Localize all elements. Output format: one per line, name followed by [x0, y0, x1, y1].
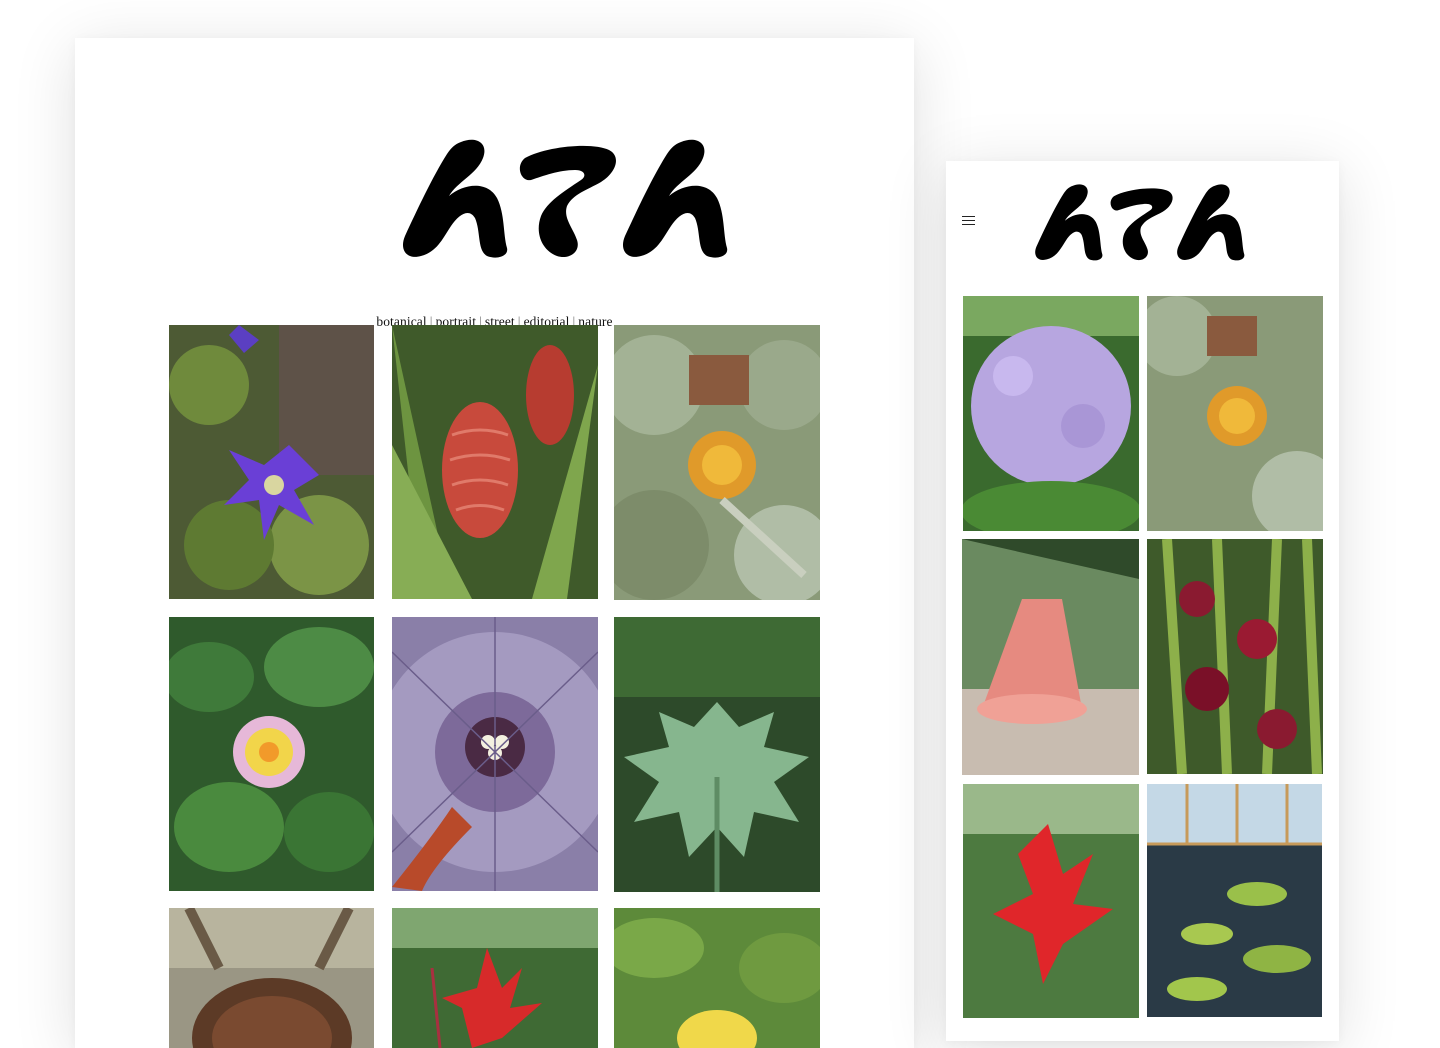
- site-logo-mobile[interactable]: [1031, 182, 1251, 262]
- photo-tile-yellow-flower[interactable]: [614, 908, 820, 1048]
- desktop-preview: hTh botanical|portrait|street|editorial|…: [75, 38, 914, 1048]
- mobile-photo-torch-ginger[interactable]: [1147, 539, 1323, 774]
- mobile-photo-angel-trumpet[interactable]: [962, 539, 1139, 775]
- photo-tile-lantana[interactable]: [169, 617, 374, 891]
- mobile-photo-protea[interactable]: [1147, 296, 1323, 531]
- photo-tile-protea[interactable]: [614, 325, 820, 600]
- photo-tile-purple-macro[interactable]: [392, 617, 598, 891]
- photo-tile-seed-pod[interactable]: [169, 908, 374, 1048]
- mobile-photo-greenhouse[interactable]: [1147, 784, 1322, 1017]
- photo-tile-big-leaf[interactable]: [614, 617, 820, 892]
- site-logo[interactable]: hTh: [397, 136, 737, 260]
- mobile-preview: [946, 161, 1339, 1041]
- hamburger-icon[interactable]: [962, 216, 975, 226]
- mobile-photo-rhododendron[interactable]: [963, 296, 1139, 531]
- photo-tile-beehive-ginger[interactable]: [392, 325, 598, 599]
- photo-tile-clematis[interactable]: [169, 325, 374, 599]
- mobile-photo-canna[interactable]: [963, 784, 1139, 1018]
- photo-tile-canna[interactable]: [392, 908, 598, 1048]
